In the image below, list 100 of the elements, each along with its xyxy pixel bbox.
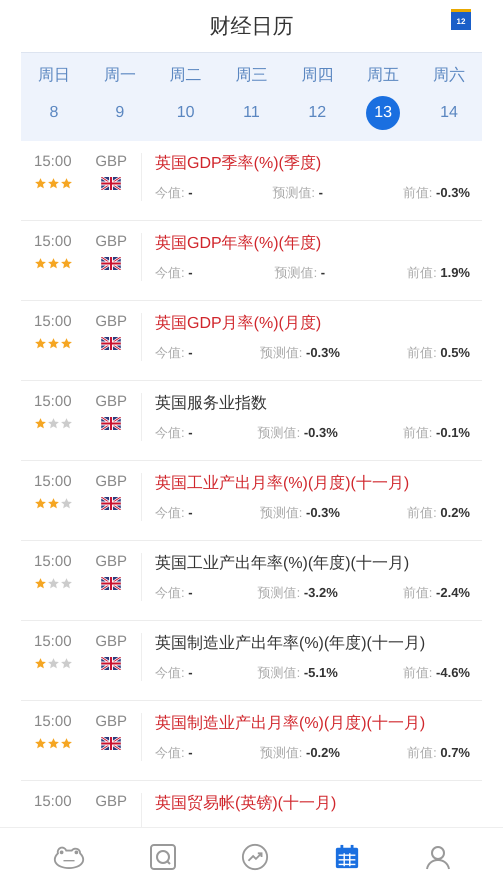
star-icon	[47, 657, 60, 670]
event-title[interactable]: 英国GDP季率(%)(季度)	[155, 153, 470, 174]
star-icon	[47, 177, 60, 190]
forecast-value: 预测值: -0.3%	[260, 504, 340, 522]
weekday-label: 周六	[432, 66, 465, 86]
event-time: 15:00	[34, 393, 72, 410]
currency-code: GBP	[95, 153, 127, 170]
star-icon	[60, 257, 73, 270]
currency-code: GBP	[95, 393, 127, 410]
currency-code: GBP	[95, 793, 127, 810]
forecast-value: 预测值: -0.3%	[260, 344, 340, 362]
star-icon	[60, 577, 73, 590]
event-title[interactable]: 英国贸易帐(英镑)(十一月)	[155, 793, 470, 814]
previous-value: 前值: 0.5%	[407, 344, 470, 362]
event-time: 15:00	[34, 793, 72, 810]
event-time: 15:00	[34, 313, 72, 330]
page-title: 财经日历	[210, 14, 294, 40]
weekday-label: 周三	[235, 66, 268, 86]
event-title[interactable]: 英国服务业指数	[155, 393, 470, 414]
event-title[interactable]: 英国GDP月率(%)(月度)	[155, 313, 470, 334]
event-title[interactable]: 英国工业产出年率(%)(年度)(十一月)	[155, 553, 470, 574]
actual-value: 今值: -	[155, 744, 193, 762]
previous-value: 前值: 1.9%	[407, 264, 470, 282]
star-icon	[34, 257, 47, 270]
flag-icon	[101, 657, 121, 670]
star-icon	[47, 497, 60, 510]
event-title[interactable]: 英国制造业产出年率(%)(年度)(十一月)	[155, 633, 470, 654]
currency-code: GBP	[95, 473, 127, 490]
currency-code: GBP	[95, 633, 127, 650]
actual-value: 今值: -	[155, 184, 193, 202]
date-item[interactable]: 9	[102, 96, 137, 130]
actual-value: 今值: -	[155, 424, 193, 442]
event-time: 15:00	[34, 633, 72, 650]
star-icon	[34, 737, 47, 750]
previous-value: 前值: -4.6%	[402, 664, 470, 682]
weekday-label: 周二	[170, 66, 202, 86]
star-icon	[47, 737, 60, 750]
star-icon	[47, 337, 60, 350]
flag-icon	[101, 577, 121, 590]
star-icon	[60, 497, 73, 510]
currency-code: GBP	[95, 313, 127, 330]
previous-value: 前值: -2.4%	[402, 584, 470, 602]
actual-value: 今值: -	[155, 504, 193, 522]
star-icon	[34, 497, 47, 510]
currency-code: GBP	[95, 713, 127, 730]
actual-value: 今值: -	[155, 584, 193, 602]
event-title[interactable]: 英国工业产出月率(%)(月度)(十一月)	[155, 473, 470, 494]
event-title[interactable]: 英国GDP年率(%)(年度)	[155, 233, 470, 254]
star-icon	[60, 337, 73, 350]
trend-icon[interactable]	[240, 843, 268, 871]
star-icon	[60, 417, 73, 430]
flag-icon	[101, 177, 121, 190]
calendar-icon[interactable]	[334, 844, 360, 870]
previous-value: 前值: 0.7%	[407, 744, 470, 762]
forecast-value: 预测值: -5.1%	[258, 664, 338, 682]
flag-icon	[101, 497, 121, 510]
weekday-label: 周日	[38, 66, 70, 86]
star-icon	[47, 577, 60, 590]
date-item[interactable]: 8	[36, 96, 71, 130]
event-time: 15:00	[34, 233, 72, 250]
previous-value: 前值: 0.2%	[407, 504, 470, 522]
frog-icon[interactable]	[52, 845, 84, 869]
forecast-value: 预测值: -3.2%	[258, 584, 338, 602]
person-icon[interactable]	[424, 844, 450, 870]
actual-value: 今值: -	[155, 344, 193, 362]
event-title[interactable]: 英国制造业产出月率(%)(月度)(十一月)	[155, 713, 470, 734]
star-icon	[34, 657, 47, 670]
star-icon	[47, 257, 60, 270]
event-time: 15:00	[34, 553, 72, 570]
date-item[interactable]: 13	[366, 96, 400, 130]
actual-value: 今值: -	[155, 264, 193, 282]
flag-icon	[101, 737, 121, 750]
currency-code: GBP	[95, 553, 127, 570]
flag-icon	[101, 417, 121, 430]
calendar-button[interactable]: 12	[451, 9, 471, 30]
star-icon	[60, 737, 73, 750]
currency-code: GBP	[95, 233, 127, 250]
date-item[interactable]: 12	[300, 96, 334, 130]
forecast-value: 预测值: -	[274, 264, 326, 282]
date-item[interactable]: 11	[234, 96, 268, 130]
star-icon	[34, 177, 47, 190]
date-item[interactable]: 14	[432, 96, 466, 130]
forecast-value: 预测值: -	[272, 184, 323, 202]
actual-value: 今值: -	[155, 664, 193, 682]
star-icon	[60, 177, 73, 190]
previous-value: 前值: -0.3%	[402, 184, 470, 202]
star-icon	[60, 657, 73, 670]
flag-icon	[101, 337, 121, 350]
previous-value: 前值: -0.1%	[402, 424, 470, 442]
weekday-label: 周一	[104, 66, 136, 86]
star-icon	[34, 337, 47, 350]
weekday-label: 周四	[301, 66, 334, 86]
weekday-label: 周五	[367, 66, 400, 86]
star-icon	[34, 417, 47, 430]
forecast-value: 预测值: -0.2%	[260, 744, 340, 762]
star-icon	[34, 577, 47, 590]
flag-icon	[101, 257, 121, 270]
star-icon	[47, 417, 60, 430]
event-time: 15:00	[34, 473, 72, 490]
date-item[interactable]: 10	[168, 96, 203, 130]
